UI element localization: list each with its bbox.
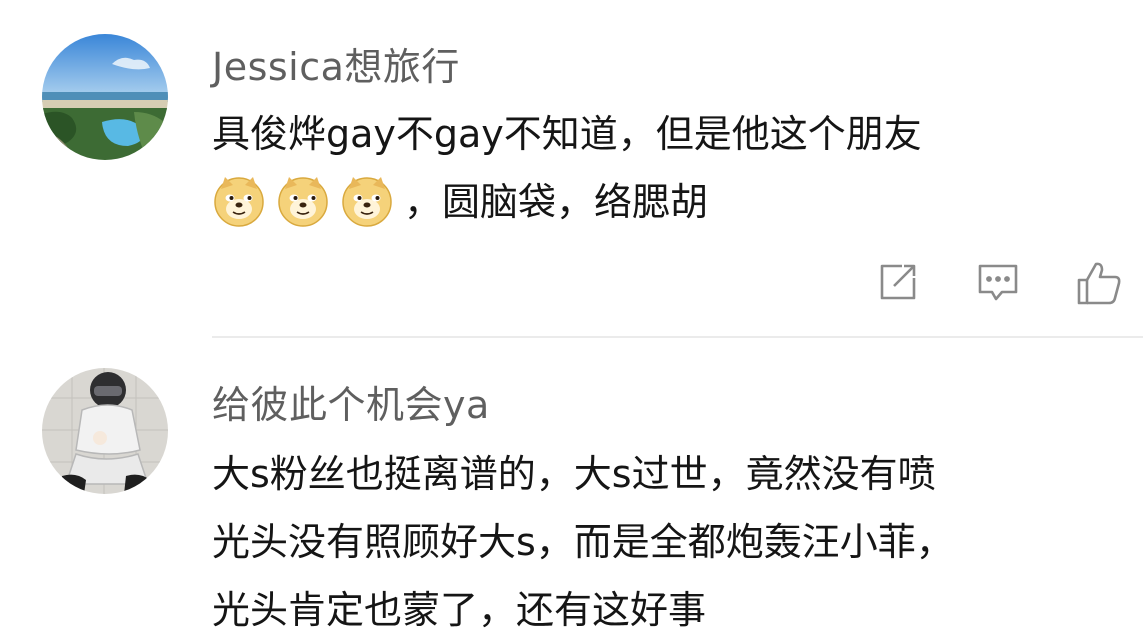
comment-text-line: ，圆脑袋，络腮胡: [212, 168, 1113, 236]
comment-text-fragment: ，圆脑袋，络腮胡: [404, 180, 709, 224]
username[interactable]: Jessica想旅行: [212, 36, 460, 91]
comment-text-line: 具俊烨gay不gay不知道，但是他这个朋友: [212, 112, 922, 156]
comment-text: 具俊烨gay不gay不知道，但是他这个朋友 ，圆脑袋，络腮胡: [212, 100, 1113, 236]
avatar[interactable]: [42, 34, 168, 160]
like-icon[interactable]: [1074, 258, 1122, 306]
comment-item: Jessica想旅行 具俊烨gay不gay不知道，但是他这个朋友 ，圆脑袋，络腮…: [0, 0, 1143, 336]
share-icon[interactable]: [874, 258, 922, 306]
comment-text-line: 大s粉丝也挺离谱的，大s过世，竟然没有喷: [212, 452, 936, 496]
comment-icon[interactable]: [974, 258, 1022, 306]
comment-actions: [870, 258, 1130, 308]
comment-text-line: 光头没有照顾好大s，而是全都炮轰汪小菲，: [212, 520, 954, 564]
username[interactable]: 给彼此个机会ya: [212, 374, 490, 429]
avatar[interactable]: [42, 368, 168, 494]
doge-emoji-icon: [340, 177, 404, 227]
doge-emoji-icon: [212, 177, 276, 227]
comment-text-line: 光头肯定也蒙了，还有这好事: [212, 588, 707, 632]
comment-item: 给彼此个机会ya 大s粉丝也挺离谱的，大s过世，竟然没有喷 光头没有照顾好大s，…: [0, 338, 1143, 643]
comment-text: 大s粉丝也挺离谱的，大s过世，竟然没有喷 光头没有照顾好大s，而是全都炮轰汪小菲…: [212, 440, 1113, 644]
doge-emoji-icon: [276, 177, 340, 227]
